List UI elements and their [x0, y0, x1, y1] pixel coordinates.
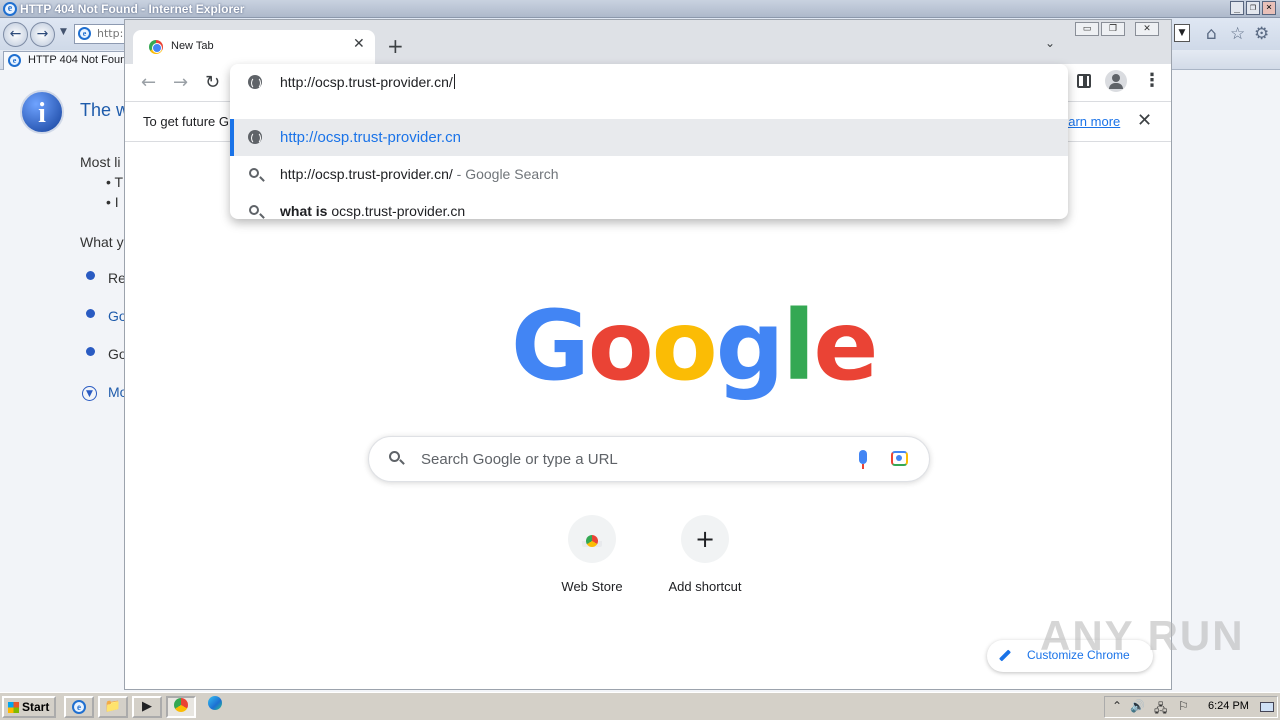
infobar-close-icon[interactable]: ✕ — [1137, 110, 1152, 131]
chevron-down-icon[interactable]: ⌄ — [1045, 36, 1055, 50]
ie-history-dropdown-icon[interactable]: ▼ — [60, 27, 67, 37]
chrome-logo-icon — [149, 40, 163, 54]
logo-letter: G — [511, 290, 590, 402]
search-icon — [249, 205, 259, 215]
ie-error-heading: The w — [80, 100, 130, 120]
shortcut-tile — [568, 515, 616, 563]
omnibox-input[interactable]: http://ocsp.trust-provider.cn/ — [230, 64, 1068, 101]
ie-address-text: http: — [97, 27, 124, 40]
ie-logo-icon: e — [3, 2, 17, 16]
learn-more-link[interactable]: earn more — [1061, 114, 1120, 129]
chrome-minimize-button[interactable]: ▭ — [1075, 22, 1099, 36]
text-caret — [453, 74, 455, 89]
windows-flag-icon — [8, 702, 19, 713]
ie-home-icon[interactable]: ⌂ — [1206, 24, 1217, 44]
omnibox-suggestion[interactable]: http://ocsp.trust-provider.cn/ - Google … — [230, 156, 1068, 193]
web-store-icon — [582, 531, 602, 547]
action-center-flag-icon[interactable]: ⚐ — [1178, 699, 1189, 713]
anyrun-watermark: ANY RUN — [1040, 612, 1245, 659]
info-icon: i — [20, 90, 64, 134]
ie-tools-icon[interactable]: ⚙ — [1254, 24, 1269, 44]
side-panel-icon[interactable] — [1077, 74, 1091, 88]
chrome-tab-title: New Tab — [171, 40, 214, 52]
google-lens-icon[interactable] — [891, 451, 908, 466]
omnibox-text: http://ocsp.trust-provider.cn/ — [280, 74, 455, 90]
back-arrow-icon[interactable]: ← — [141, 72, 156, 93]
ie-favorites-icon[interactable]: ☆ — [1230, 24, 1245, 44]
ie-cause-item: • T — [106, 174, 124, 190]
search-icon — [389, 451, 400, 462]
logo-letter: o — [587, 290, 654, 402]
ie-forward-icon[interactable]: → — [30, 22, 55, 47]
ie-cause-item: • I — [106, 194, 119, 210]
ie-restore-button[interactable]: ❐ — [1246, 1, 1260, 15]
shortcut-label: Web Store — [561, 579, 623, 594]
new-tab-button[interactable]: + — [387, 34, 404, 58]
google-logo: Google — [511, 298, 878, 394]
search-icon — [249, 168, 259, 178]
plus-icon: + — [694, 525, 716, 553]
start-label: Start — [22, 700, 50, 714]
ie-close-button[interactable]: × — [1262, 1, 1276, 15]
expand-more-icon[interactable]: ▼ — [82, 386, 97, 401]
taskbar-media-player-icon[interactable]: ▶ — [132, 696, 162, 718]
bullet-icon — [86, 347, 95, 356]
globe-icon — [248, 75, 262, 89]
omnibox-suggestion[interactable]: what is ocsp.trust-provider.cn — [230, 193, 1068, 230]
omnibox-dropdown: http://ocsp.trust-provider.cn/ http://oc… — [230, 64, 1068, 219]
ie-tab-icon: e — [8, 54, 21, 67]
start-button[interactable]: Start — [2, 696, 56, 718]
ie-back-icon[interactable]: ← — [3, 22, 28, 47]
taskbar-ie-icon[interactable]: e — [64, 696, 94, 718]
taskbar-chrome-icon[interactable] — [166, 696, 196, 718]
logo-letter: l — [782, 290, 815, 402]
profile-avatar-icon[interactable] — [1105, 70, 1127, 92]
kebab-menu-icon[interactable]: ⋮ — [1143, 70, 1161, 91]
reload-icon[interactable]: ↻ — [205, 72, 220, 93]
ntp-search-placeholder: Search Google or type a URL — [421, 451, 618, 468]
ie-most-likely-text: Most li — [80, 154, 121, 170]
ie-window-title: HTTP 404 Not Found - Internet Explorer — [20, 2, 245, 16]
bullet-icon — [86, 271, 95, 280]
ie-page-icon: e — [78, 27, 91, 40]
chrome-tab-new-tab[interactable]: New Tab ✕ — [133, 30, 375, 64]
globe-icon — [248, 130, 262, 144]
microphone-icon[interactable] — [859, 450, 867, 469]
shortcut-web-store[interactable]: Web Store — [542, 515, 642, 605]
ie-minimize-button[interactable]: _ — [1230, 1, 1244, 15]
tray-expand-icon[interactable]: ⌃ — [1112, 699, 1122, 713]
omnibox-suggestion[interactable]: http://ocsp.trust-provider.cn — [230, 119, 1068, 156]
suggestion-text: http://ocsp.trust-provider.cn/ - Google … — [280, 166, 559, 182]
bullet-icon — [86, 309, 95, 318]
volume-icon[interactable]: 🔊 — [1130, 699, 1145, 713]
ie-address-dropdown-icon[interactable]: ▼ — [1174, 24, 1190, 42]
ie-tab-title: HTTP 404 Not Found — [28, 54, 133, 66]
forward-arrow-icon[interactable]: → — [173, 72, 188, 93]
shortcut-add[interactable]: + Add shortcut — [655, 515, 755, 605]
selection-indicator — [230, 119, 234, 156]
chrome-restore-button[interactable]: ❐ — [1101, 22, 1125, 36]
pencil-icon — [998, 649, 1012, 662]
taskbar-clock[interactable]: 6:24 PM — [1208, 700, 1249, 712]
ie-tab[interactable]: e HTTP 404 Not Found — [3, 51, 133, 70]
suggestion-text: what is ocsp.trust-provider.cn — [280, 203, 466, 219]
shortcut-label: Add shortcut — [668, 579, 742, 594]
suggestion-url: http://ocsp.trust-provider.cn — [280, 129, 461, 146]
taskbar-explorer-icon[interactable]: 📁 — [98, 696, 128, 718]
ie-what-you-can-try-text: What y — [80, 234, 124, 250]
logo-letter: g — [715, 290, 785, 402]
ntp-search-box[interactable]: Search Google or type a URL — [368, 436, 930, 482]
network-icon[interactable]: 🖧 — [1154, 699, 1167, 720]
chrome-close-button[interactable]: ✕ — [1135, 22, 1159, 36]
close-icon[interactable]: ✕ — [353, 36, 365, 52]
logo-letter: o — [651, 290, 718, 402]
infobar-message: To get future G — [143, 114, 229, 129]
shortcut-tile: + — [681, 515, 729, 563]
show-desktop-icon[interactable] — [1260, 702, 1274, 712]
taskbar-edge-icon[interactable] — [200, 696, 230, 718]
logo-letter: e — [813, 290, 878, 402]
chrome-window: New Tab ✕ + ⌄ ▭ ❐ ✕ ← → ↻ ⋮ To get futur… — [124, 19, 1172, 690]
